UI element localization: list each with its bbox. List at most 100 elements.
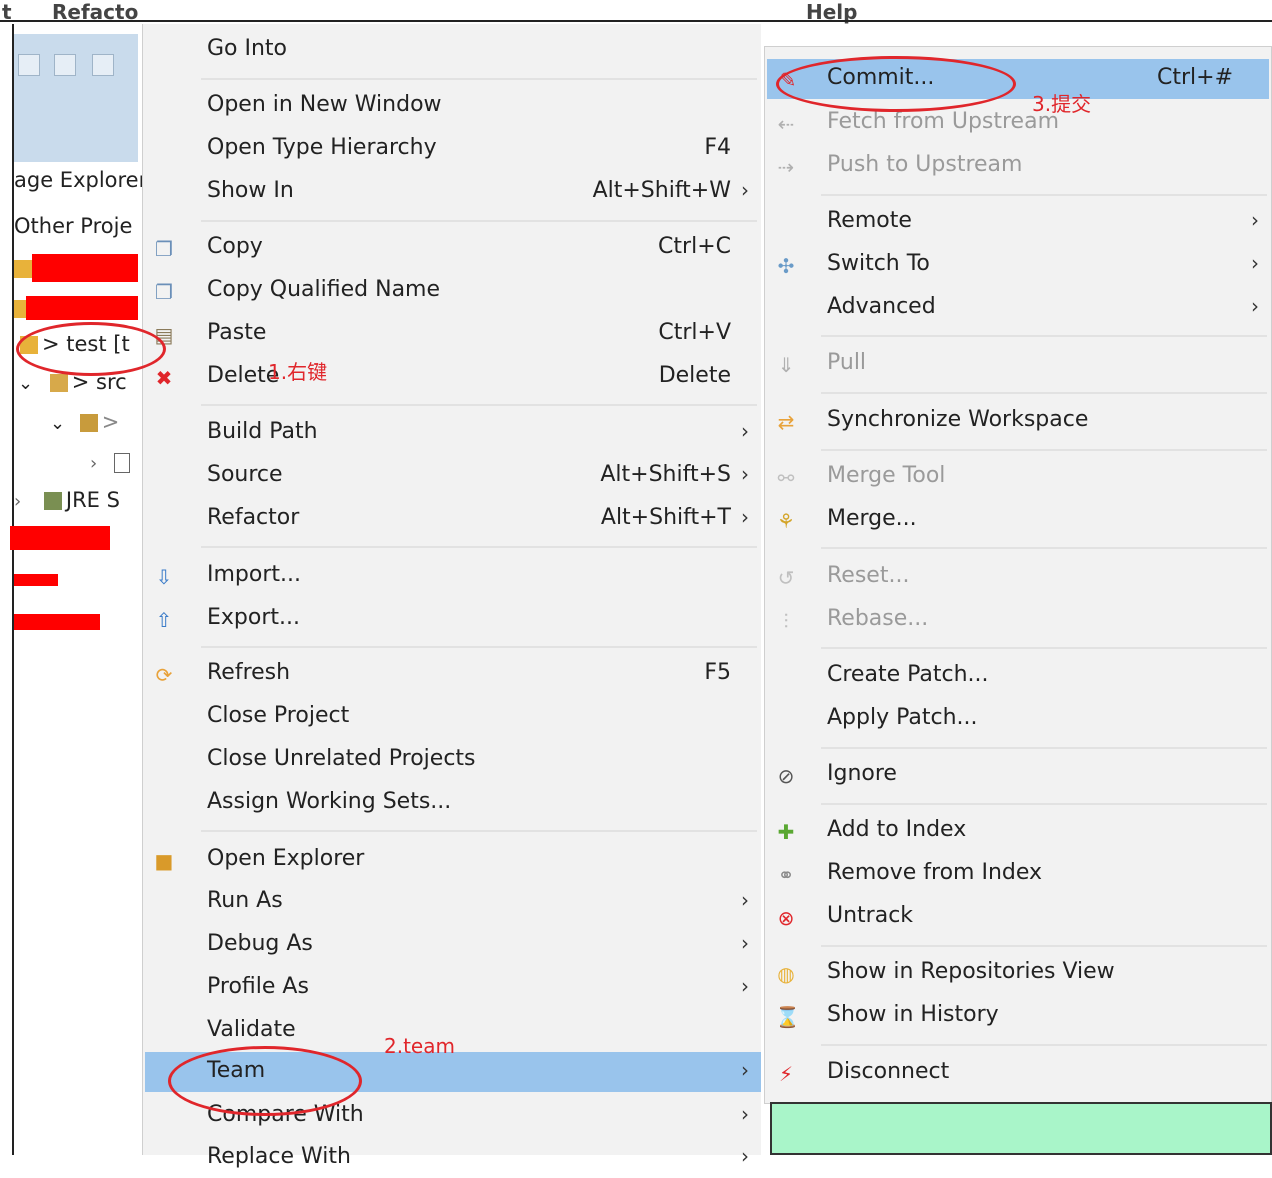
menu-separator [821,194,1267,196]
editor-area [770,1102,1272,1155]
annotation-step1: 1.右键 [268,360,328,384]
menu-item-show-in-history[interactable]: ⌛ Show in History [765,996,1271,1036]
menu-separator [821,392,1267,394]
merge-icon: ⚘ [777,509,795,533]
menu-item-merge-tool[interactable]: ⚯ Merge Tool [765,457,1271,497]
shortcut-label: Alt+Shift+S [600,462,731,487]
menu-item-pull[interactable]: ⇓ Pull [765,344,1271,384]
menu-item-show-in[interactable]: Show In Alt+Shift+W › [143,172,761,212]
menu-item-source[interactable]: Source Alt+Shift+S › [143,456,761,496]
context-menu: Go Into Open in New Window Open Type Hie… [142,24,761,1169]
menu-item-untrack[interactable]: ⊗ Untrack [765,897,1271,937]
menu-item-add-to-index[interactable]: ✚ Add to Index [765,811,1271,851]
menu-item-disconnect[interactable]: ⚡ Disconnect [765,1053,1271,1093]
menu-item-advanced[interactable]: Advanced › [765,288,1271,328]
chevron-right-icon: › [741,1058,749,1082]
menu-item-apply-patch[interactable]: Apply Patch... [765,699,1271,739]
shortcut-label: F5 [704,660,731,685]
explorer-toolbar [14,34,138,162]
menu-item-remove-from-index[interactable]: ⚭ Remove from Index [765,854,1271,894]
menu-separator [201,830,757,832]
tree-other-projects[interactable]: Other Proje [14,214,132,238]
untrack-icon: ⊗ [777,906,795,930]
export-icon: ⇧ [155,608,173,632]
tree-item-file[interactable]: › [90,450,134,474]
menu-separator [821,335,1267,337]
menu-item-delete[interactable]: ✖ Delete Delete [143,357,761,397]
menu-item-show-in-repositories-view[interactable]: ◍ Show in Repositories View [765,953,1271,993]
chevron-down-icon[interactable]: ⌄ [50,413,65,434]
rebase-icon: ⫶ [783,609,789,633]
menu-item-paste[interactable]: ▤ Paste Ctrl+V [143,314,761,354]
redacted-block [26,296,138,320]
menu-item-merge[interactable]: ⚘ Merge... [765,500,1271,540]
menu-item-profile-as[interactable]: Profile As › [143,968,761,1008]
menu-item-open-new-window[interactable]: Open in New Window [143,86,761,126]
menu-item-synchronize-workspace[interactable]: ⇄ Synchronize Workspace [765,401,1271,441]
menu-item-go-into[interactable]: Go Into [143,30,761,70]
annotation-step2: 2.team [384,1034,455,1058]
menu-item-refactor[interactable]: Refactor Alt+Shift+T › [143,499,761,539]
menu-item-remote[interactable]: Remote › [765,202,1271,242]
menu-item-import[interactable]: ⇩ Import... [143,556,761,596]
menu-separator [201,646,757,648]
menu-item-close-unrelated-projects[interactable]: Close Unrelated Projects [143,740,761,780]
link-icon[interactable] [54,54,76,76]
tree-item-jre[interactable]: › JRE S [14,488,120,512]
menu-separator [821,747,1267,749]
menu-item-copy-qualified-name[interactable]: ❐ Copy Qualified Name [143,271,761,311]
chevron-right-icon: › [741,931,749,955]
pull-icon: ⇓ [777,353,795,377]
shortcut-label: Delete [658,363,731,388]
chevron-right-icon: › [741,178,749,202]
shortcut-label: Ctrl+# [1156,65,1233,90]
menu-item-switch-to[interactable]: ✣ Switch To › [765,245,1271,285]
menu-item-build-path[interactable]: Build Path › [143,413,761,453]
chevron-right-icon[interactable]: › [90,453,97,474]
menu-separator [821,803,1267,805]
chevron-right-icon[interactable]: › [14,491,21,512]
menu-item-replace-with[interactable]: Replace With › [143,1138,761,1178]
redacted-block [14,614,100,630]
shortcut-label: Ctrl+C [658,234,731,259]
explorer-title: age Explorer [14,168,148,192]
repository-icon: ◍ [777,962,795,986]
fetch-icon: ⇠ [777,112,795,136]
menu-item-push-to-upstream[interactable]: ⇢ Push to Upstream [765,146,1271,186]
chevron-down-icon[interactable]: ⌄ [18,373,33,394]
redacted-block [32,254,138,282]
menu-item-close-project[interactable]: Close Project [143,697,761,737]
chevron-right-icon: › [741,1102,749,1126]
menu-item-open-explorer[interactable]: ■ Open Explorer [143,840,761,880]
chevron-right-icon: › [1251,294,1259,318]
view-menu-icon[interactable] [92,54,114,76]
tree-item-label: JRE S [65,488,120,512]
chevron-right-icon: › [741,505,749,529]
package-explorer: age Explorer Other Proje > test [t ⌄ > s… [0,24,147,1155]
menu-item-reset[interactable]: ↺ Reset... [765,557,1271,597]
shortcut-label: Alt+Shift+T [600,505,731,530]
menubar-divider [0,20,1272,22]
synchronize-icon: ⇄ [777,410,795,434]
menu-item-rebase[interactable]: ⫶ Rebase... [765,600,1271,640]
explorer-border [12,24,14,1155]
switch-branch-icon: ✣ [777,254,795,278]
menu-item-debug-as[interactable]: Debug As › [143,925,761,965]
menu-item-refresh[interactable]: ⟳ Refresh F5 [143,654,761,694]
menu-separator [201,220,757,222]
java-file-icon [113,453,130,473]
chevron-right-icon: › [741,1144,749,1168]
menu-item-export[interactable]: ⇧ Export... [143,599,761,639]
menu-item-assign-working-sets[interactable]: Assign Working Sets... [143,783,761,823]
menu-item-create-patch[interactable]: Create Patch... [765,656,1271,696]
copy-icon: ❐ [155,237,173,261]
chevron-right-icon: › [741,974,749,998]
menu-item-copy[interactable]: ❐ Copy Ctrl+C [143,228,761,268]
menu-item-fetch-from-upstream[interactable]: ⇠ Fetch from Upstream [765,103,1271,143]
add-icon: ✚ [777,820,795,844]
menu-item-ignore[interactable]: ⊘ Ignore [765,755,1271,795]
menu-item-open-type-hierarchy[interactable]: Open Type Hierarchy F4 [143,129,761,169]
menu-item-run-as[interactable]: Run As › [143,882,761,922]
collapse-icon[interactable] [18,54,40,76]
tree-item-package[interactable]: ⌄ > [50,410,119,434]
